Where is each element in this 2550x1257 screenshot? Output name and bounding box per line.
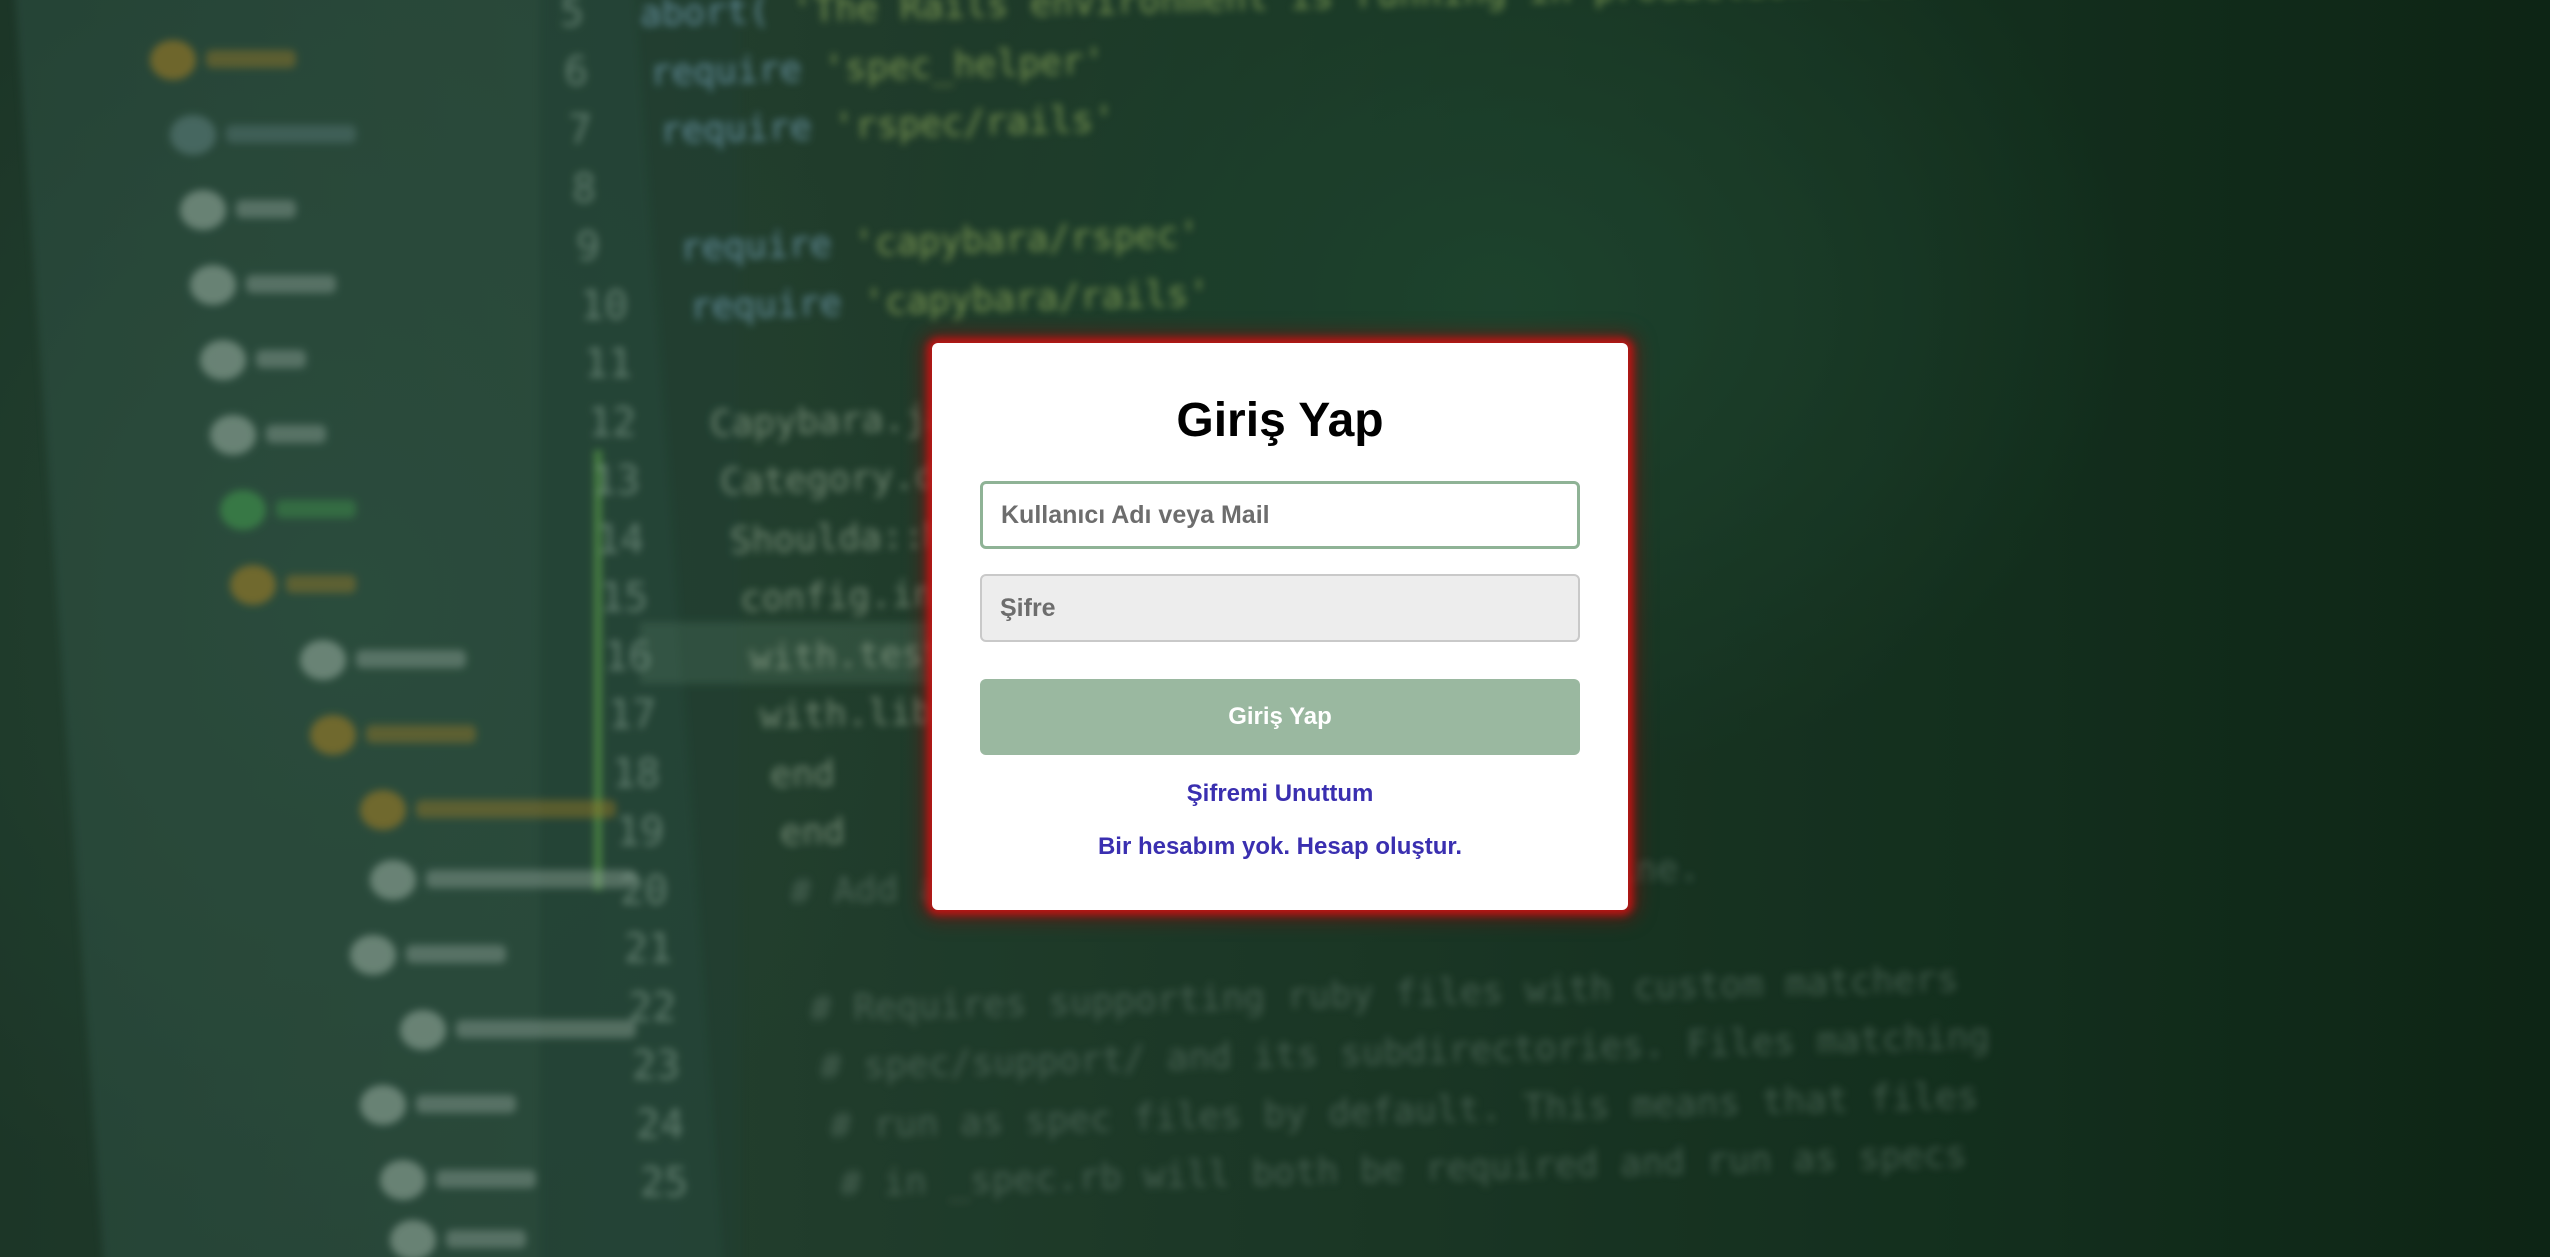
login-button[interactable]: Giriş Yap bbox=[980, 679, 1580, 755]
signup-link[interactable]: Bir hesabım yok. Hesap oluştur. bbox=[932, 833, 1628, 861]
username-input[interactable] bbox=[980, 481, 1580, 549]
forgot-password-link[interactable]: Şifremi Unuttum bbox=[932, 780, 1628, 808]
login-title: Giriş Yap bbox=[1176, 394, 1384, 447]
login-card: Giriş Yap Giriş Yap Şifremi Unuttum Bir … bbox=[932, 343, 1628, 910]
password-input[interactable] bbox=[980, 574, 1580, 642]
